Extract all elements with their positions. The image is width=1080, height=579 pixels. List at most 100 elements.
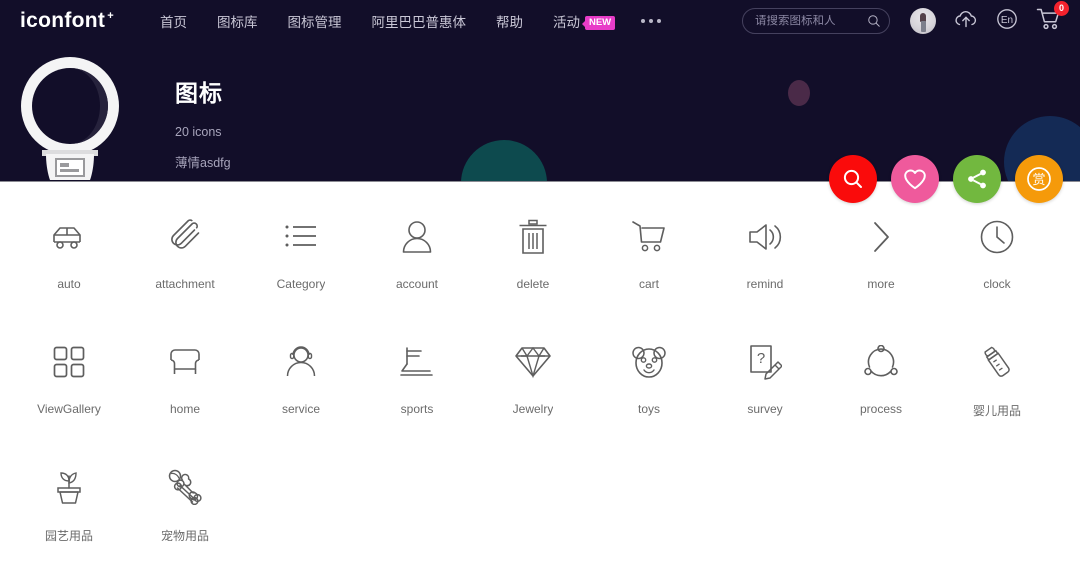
icon-label: 园艺用品 — [44, 529, 93, 543]
dot — [641, 19, 646, 23]
nav-item-label: 帮助 — [495, 15, 523, 30]
treadmill-icon — [399, 336, 435, 388]
grid-icon — [53, 336, 85, 388]
icon-label: attachment — [155, 277, 215, 291]
question-paper-pencil-icon: ? — [748, 336, 782, 388]
decorative-dot-purple — [788, 80, 810, 106]
icon-label: ViewGallery — [37, 402, 101, 416]
user-avatar[interactable] — [910, 8, 936, 34]
cart-count-badge: 0 — [1054, 0, 1069, 16]
action-favorite-button[interactable] — [891, 155, 939, 203]
diamond-icon — [514, 336, 552, 388]
action-search-button[interactable] — [829, 155, 877, 203]
action-share-button[interactable] — [953, 155, 1001, 203]
icon-label: delete — [516, 277, 550, 291]
icon-label: home — [169, 402, 201, 416]
icon-card-viewgallery[interactable]: ViewGallery — [11, 336, 127, 461]
icon-card-auto[interactable]: auto — [11, 211, 127, 336]
language-label: En — [1001, 15, 1013, 26]
top-navbar: iconfont + 首页 图标库 图标管理 阿里巴巴普惠体 帮助 活动 NEW… — [0, 0, 1080, 42]
icon-label: clock — [983, 277, 1011, 291]
icon-card-more[interactable]: more — [823, 211, 939, 336]
nav-item-help[interactable]: 帮助 — [496, 11, 523, 31]
language-toggle-icon[interactable]: En — [996, 8, 1018, 35]
icon-card-attachment[interactable]: attachment — [127, 211, 243, 336]
nav-item-label: 阿里巴巴普惠体 — [371, 15, 466, 30]
collection-cover-illustration — [18, 48, 122, 181]
armchair-icon — [166, 336, 204, 388]
person-icon — [401, 211, 433, 263]
search-icon[interactable] — [867, 14, 881, 28]
icon-card-process[interactable]: process — [823, 336, 939, 461]
icon-card-cart[interactable]: cart — [591, 211, 707, 336]
icon-label: 宠物用品 — [160, 529, 209, 543]
upload-cloud-icon[interactable] — [954, 8, 978, 35]
icon-card-remind[interactable]: remind — [707, 211, 823, 336]
icon-label: survey — [747, 402, 783, 416]
nav-item-label: 活动 — [552, 15, 580, 30]
icon-label: sports — [400, 402, 434, 416]
potted-plant-icon — [52, 461, 86, 513]
nav-item-icon-library[interactable]: 图标库 — [217, 11, 258, 31]
cart-icon — [631, 211, 667, 263]
icon-label: service — [281, 402, 320, 416]
icon-card-pet-supplies[interactable]: 宠物用品 — [127, 461, 243, 579]
icon-card-sports[interactable]: sports — [359, 336, 475, 461]
icon-label: account — [395, 277, 439, 291]
nav-item-home[interactable]: 首页 — [160, 11, 187, 31]
reward-icon: 赏 — [1027, 167, 1051, 191]
icon-card-delete[interactable]: delete — [475, 211, 591, 336]
cart-icon[interactable]: 0 — [1036, 0, 1069, 36]
icon-label: remind — [746, 277, 784, 291]
icon-label: 婴儿用品 — [972, 404, 1021, 418]
dot — [657, 19, 662, 23]
icon-label: more — [867, 277, 895, 291]
list-icon — [283, 211, 319, 263]
icon-label: toys — [637, 402, 660, 416]
share-icon — [968, 169, 986, 189]
icon-card-category[interactable]: Category — [243, 211, 359, 336]
headset-person-icon — [284, 336, 318, 388]
icon-card-jewelry[interactable]: Jewelry — [475, 336, 591, 461]
nav-links: 首页 图标库 图标管理 阿里巴巴普惠体 帮助 活动 NEW — [160, 11, 681, 31]
clock-icon — [980, 211, 1014, 263]
navbar-right-tools: En 0 — [742, 0, 1069, 36]
icon-label: process — [859, 402, 903, 416]
decorative-circle-teal — [461, 140, 547, 181]
nav-item-label: 图标库 — [216, 15, 258, 30]
action-reward-button[interactable]: 赏 — [1015, 155, 1063, 203]
bone-ball-icon — [167, 461, 203, 513]
nav-item-label: 首页 — [159, 15, 187, 30]
icon-card-toys[interactable]: toys — [591, 336, 707, 461]
icon-card-clock[interactable]: clock — [939, 211, 1055, 336]
nav-more-menu-icon[interactable] — [641, 19, 662, 23]
site-logo[interactable]: iconfont + — [20, 9, 114, 33]
chevron-right-icon — [870, 211, 892, 263]
nav-item-label: 图标管理 — [287, 15, 342, 30]
search-input[interactable] — [755, 15, 867, 27]
speaker-icon — [747, 211, 783, 263]
icon-label: Category — [276, 277, 326, 291]
icon-card-account[interactable]: account — [359, 211, 475, 336]
nav-item-activity[interactable]: 活动 NEW — [552, 11, 616, 31]
icon-card-home[interactable]: home — [127, 336, 243, 461]
search-box[interactable] — [742, 8, 890, 34]
icon-card-service[interactable]: service — [243, 336, 359, 461]
icon-label: Jewelry — [512, 402, 554, 416]
trash-icon — [518, 211, 548, 263]
icon-card-survey[interactable]: ? survey — [707, 336, 823, 461]
icon-card-baby-supplies[interactable]: 婴儿用品 — [939, 336, 1055, 461]
logo-plus-icon: + — [107, 10, 114, 22]
nav-item-icon-management[interactable]: 图标管理 — [287, 11, 341, 31]
search-icon — [843, 169, 862, 188]
icon-count: 20 icons — [175, 125, 222, 139]
reward-label: 赏 — [1032, 173, 1045, 188]
heart-icon — [904, 169, 926, 190]
collection-info: 图标 20 icons 薄情asdfg — [175, 74, 231, 171]
icon-label: auto — [57, 277, 81, 291]
collection-author: 薄情asdfg — [175, 156, 231, 170]
iconfont-page: 图标 20 icons 薄情asdfg iconfont + 首页 图标库 图标管… — [0, 0, 1080, 579]
icon-label: cart — [638, 277, 659, 291]
nav-item-alibaba-font[interactable]: 阿里巴巴普惠体 — [371, 11, 466, 31]
icon-card-gardening-supplies[interactable]: 园艺用品 — [11, 461, 127, 579]
